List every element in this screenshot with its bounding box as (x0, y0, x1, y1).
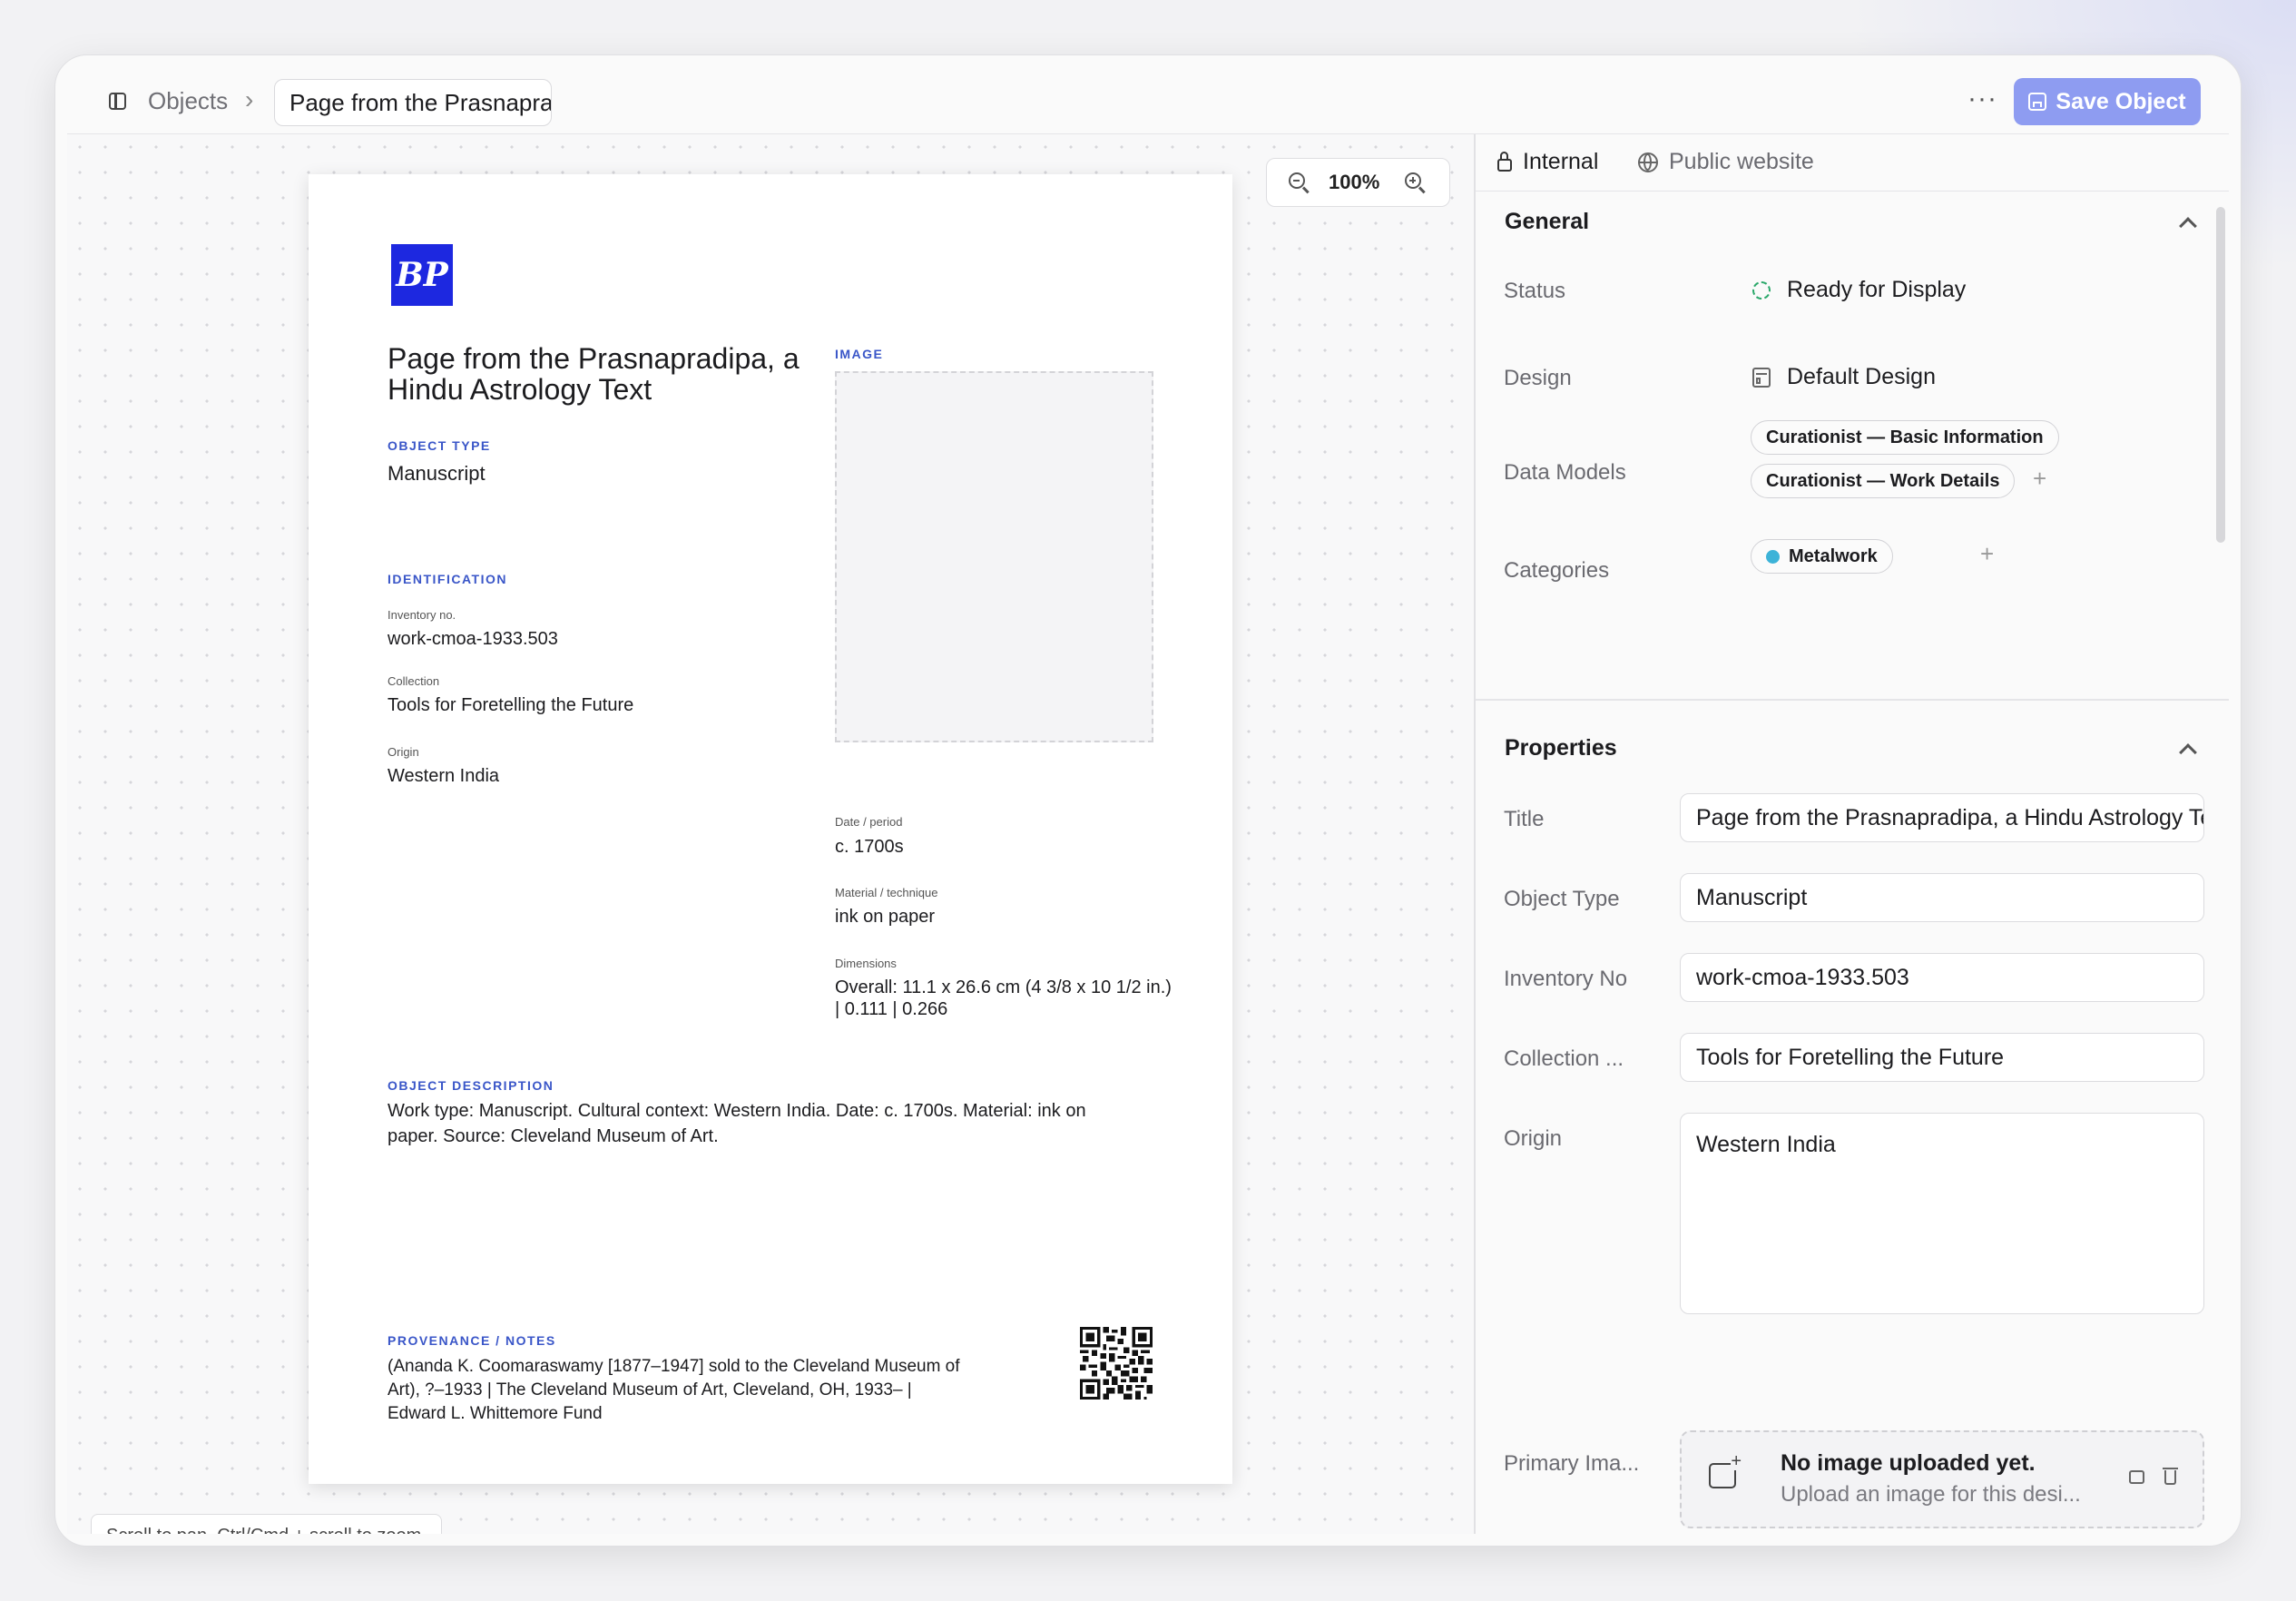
top-bar: Objects › Page from the Prasnapradipa, a… (67, 67, 2229, 134)
object-type-label: Object Type (1504, 887, 1620, 911)
category-chip-label: Metalwork (1789, 546, 1878, 566)
chevron-right-icon: › (245, 85, 254, 113)
tab-public-label: Public website (1669, 149, 1814, 174)
tab-internal-label: Internal (1523, 149, 1599, 174)
collection-field[interactable]: Tools for Foretelling the Future (1680, 1033, 2204, 1082)
origin-label: Origin (1504, 1126, 1563, 1151)
general-section-title[interactable]: General (1505, 209, 1589, 235)
add-category-icon[interactable]: + (1980, 540, 1994, 568)
origin-value: Western India (388, 766, 500, 786)
more-options-icon[interactable]: ··· (1967, 83, 1997, 114)
section-separator (1476, 699, 2229, 701)
image-upload-icon (1709, 1452, 1742, 1488)
material-value: ink on paper (835, 907, 936, 927)
image-placeholder (835, 371, 1153, 742)
date-label: Date / period (835, 815, 903, 829)
origin-textarea[interactable]: Western India (1680, 1113, 2204, 1314)
title-label: Title (1504, 807, 1545, 831)
save-icon (2028, 93, 2047, 111)
breadcrumb-objects[interactable]: Objects (148, 87, 228, 115)
panel-tabs: Internal Public website (1476, 134, 2229, 192)
dimensions-value-line2: | 0.111 | 0.266 (835, 999, 948, 1019)
tab-internal[interactable]: Internal (1497, 149, 1598, 175)
category-chip[interactable]: Metalwork (1751, 539, 1893, 574)
image-heading: IMAGE (835, 347, 884, 361)
dimensions-label: Dimensions (835, 957, 897, 970)
inventory-value: work-cmoa-1933.503 (388, 629, 558, 649)
date-value: c. 1700s (835, 837, 904, 857)
breadcrumb-current-object[interactable]: Page from the Prasnapradipa, a Hindu Ast… (274, 79, 552, 126)
dimensions-value-line1: Overall: 11.1 x 26.6 cm (4 3/8 x 10 1/2 … (835, 977, 1172, 997)
zoom-level: 100% (1329, 171, 1380, 193)
design-label: Design (1504, 366, 1572, 390)
layout-icon (1752, 367, 1771, 388)
upload-title: No image uploaded yet. (1781, 1450, 2036, 1476)
category-color-dot (1766, 549, 1780, 564)
page-title: Page from the Prasnapradipa, a Hindu Ast… (388, 342, 800, 406)
zoom-control: 100% (1266, 158, 1450, 207)
qr-code (1080, 1327, 1153, 1400)
app-frame: Objects › Page from the Prasnapradipa, a… (67, 67, 2229, 1534)
zoom-in-icon[interactable] (1405, 172, 1421, 189)
design-value-text: Default Design (1787, 364, 1936, 389)
tab-public-website[interactable]: Public website (1638, 149, 1814, 175)
canvas-hint: Scroll to pan. Ctrl/Cmd + scroll to zoom… (91, 1514, 442, 1534)
zoom-out-icon[interactable] (1289, 172, 1305, 189)
save-object-label: Save Object (2056, 88, 2186, 114)
object-label-page: BP Page from the Prasnapradipa, a Hindu … (309, 174, 1232, 1484)
chevron-up-icon[interactable] (2179, 743, 2197, 761)
collection-value: Tools for Foretelling the Future (388, 695, 634, 715)
status-circle-icon (1752, 280, 1771, 300)
provenance-text: (Ananda K. Coomaraswamy [1877–1947] sold… (388, 1357, 960, 1423)
add-data-model-icon[interactable]: + (2033, 465, 2046, 493)
panel-scrollbar[interactable] (2216, 207, 2225, 543)
inventory-no-label: Inventory No (1504, 967, 1628, 991)
globe-icon (1638, 152, 1658, 172)
save-object-button[interactable]: Save Object (2014, 78, 2201, 125)
origin-label: Origin (388, 745, 419, 759)
description-heading: OBJECT DESCRIPTION (388, 1078, 554, 1093)
data-models-label: Data Models (1504, 460, 1626, 485)
data-model-chip[interactable]: Curationist — Basic Information (1751, 420, 2059, 455)
material-label: Material / technique (835, 886, 938, 899)
status-label: Status (1504, 279, 1566, 303)
identification-heading: IDENTIFICATION (388, 572, 507, 586)
object-type-field[interactable]: Manuscript (1680, 873, 2204, 922)
properties-panel: Internal Public website General Status R… (1476, 134, 2229, 1534)
chevron-up-icon[interactable] (2179, 217, 2197, 235)
museum-logo: BP (391, 244, 453, 306)
inventory-no-field[interactable]: work-cmoa-1933.503 (1680, 953, 2204, 1002)
provenance-heading: PROVENANCE / NOTES (388, 1333, 556, 1348)
upload-subtitle: Upload an image for this desi... (1781, 1482, 2081, 1507)
status-value[interactable]: Ready for Display (1752, 277, 1966, 303)
add-image-icon[interactable] (2129, 1470, 2144, 1484)
trash-icon[interactable] (2163, 1468, 2178, 1485)
description-text: Work type: Manuscript. Cultural context:… (388, 1101, 1086, 1146)
collection-label: Collection (388, 674, 440, 688)
collection-label: Collection ... (1504, 1046, 1624, 1071)
app-window: Objects › Page from the Prasnapradipa, a… (54, 54, 2242, 1547)
design-value[interactable]: Default Design (1752, 364, 1936, 390)
object-type-heading: OBJECT TYPE (388, 438, 491, 453)
lock-icon (1497, 152, 1512, 172)
title-field[interactable]: Page from the Prasnapradipa, a Hindu Ast… (1680, 793, 2204, 842)
status-value-text: Ready for Display (1787, 277, 1967, 302)
properties-section-title[interactable]: Properties (1505, 735, 1617, 761)
categories-label: Categories (1504, 558, 1610, 583)
object-type-value: Manuscript (388, 462, 486, 485)
design-canvas[interactable]: 100% BP Page from the Prasnapradipa, a H… (67, 134, 1474, 1534)
data-model-chip[interactable]: Curationist — Work Details (1751, 464, 2016, 498)
inventory-label: Inventory no. (388, 608, 456, 622)
sidebar-toggle-icon[interactable] (109, 93, 126, 110)
primary-image-dropzone[interactable]: No image uploaded yet. Upload an image f… (1680, 1430, 2204, 1528)
primary-image-label: Primary Ima... (1504, 1451, 1640, 1476)
